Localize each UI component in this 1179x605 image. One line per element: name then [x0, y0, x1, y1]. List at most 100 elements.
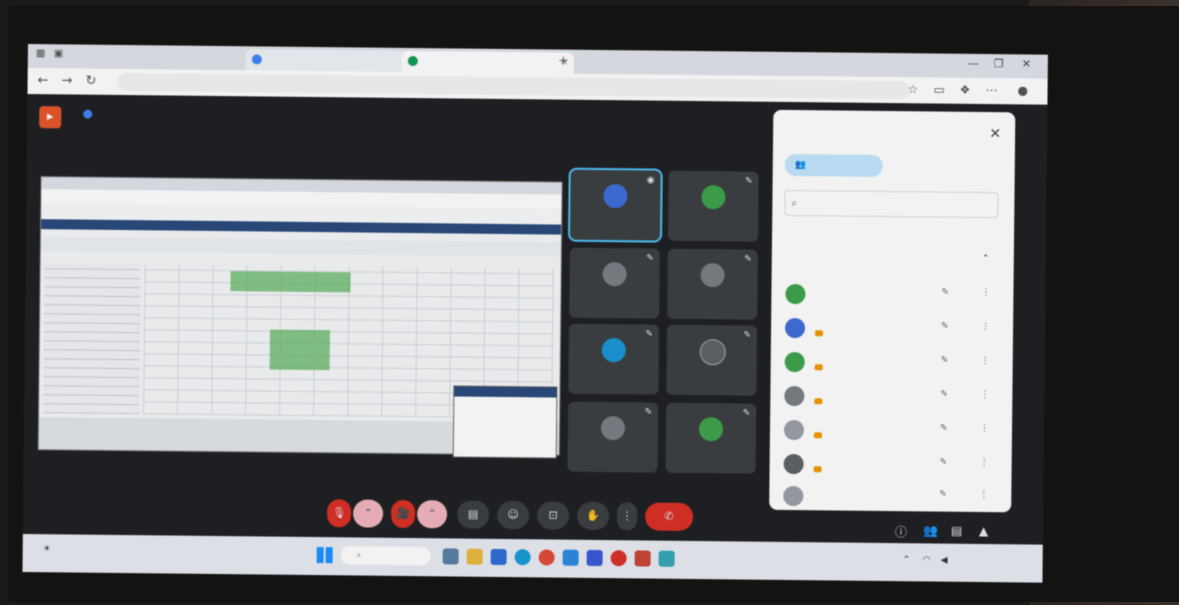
workspaces-icon[interactable]: ▣ — [54, 48, 64, 59]
volume-icon[interactable]: ◀ — [941, 556, 948, 566]
wifi-icon[interactable]: ◠ — [923, 555, 931, 565]
teams-icon[interactable] — [586, 549, 603, 567]
close-icon[interactable]: ✕ — [989, 126, 1001, 142]
windows-start-icon[interactable] — [316, 547, 333, 564]
mic-off-icon: ✎ — [744, 254, 752, 265]
browser-menu-icon[interactable]: ▦ — [36, 48, 46, 59]
chevron-up-icon: ⌃ — [427, 507, 437, 521]
participant-tile[interactable]: ✎ — [667, 248, 758, 320]
more-options-icon[interactable]: ⋮ — [979, 490, 988, 500]
laptop-screen: ▦ ▣ ✕ ✕ ＋ — ❐ ✕ ← → ↻ ☆ ▭ ❖ ⋯ ● ▸ — [22, 44, 1048, 583]
participant-tile[interactable]: ✎ — [667, 170, 759, 242]
captions-button[interactable]: ▤ — [456, 500, 490, 529]
participant-list-item[interactable]: ✎ ⋮ — [784, 316, 1005, 346]
camera-options-button[interactable]: ⌃ — [416, 500, 448, 529]
search-people-input[interactable]: ⌕ — [784, 189, 999, 219]
people-icon[interactable]: 👥 — [923, 523, 938, 537]
avatar — [784, 385, 805, 407]
weather-widget[interactable]: ☀ — [43, 544, 51, 554]
raise-hand-icon: ✋ — [586, 508, 601, 523]
shared-screen — [37, 176, 563, 459]
tray-chevron-icon[interactable]: ⌃ — [903, 555, 911, 565]
tab-favicon-icon — [407, 55, 418, 67]
app-icon[interactable] — [658, 550, 675, 567]
reload-icon[interactable]: ↻ — [86, 74, 97, 89]
meeting-stage: ▸ ◉ ✎ ✎ ✎ ✎ ✎ ✎ ✎ ✕ 👥 ⌕ ⌃ ✎ ⋮ ✎ ⋮ ✎ ⋮ ✎ … — [22, 93, 1048, 583]
participant-name — [574, 466, 654, 467]
add-people-button[interactable]: 👥 — [784, 153, 883, 177]
browser-tab-active[interactable]: ✕ — [401, 50, 574, 74]
forward-icon[interactable]: → — [62, 73, 73, 88]
more-options-button[interactable]: ⋮ — [616, 502, 638, 531]
chat-icon[interactable]: ▤ — [951, 524, 962, 538]
participant-tile[interactable]: ✎ — [666, 324, 758, 396]
mic-button[interactable]: 🎙 — [326, 499, 352, 528]
more-options-icon[interactable]: ⋮ — [980, 390, 989, 400]
participant-list-item[interactable]: ✎ ⋮ — [783, 484, 1003, 514]
more-options-icon[interactable]: ⋮ — [981, 356, 990, 366]
emoji-button[interactable]: ☺ — [496, 500, 530, 530]
edge-icon[interactable] — [514, 549, 531, 566]
opera-icon[interactable] — [610, 550, 627, 567]
favorites-icon[interactable]: ❖ — [959, 83, 970, 97]
browser-tab[interactable]: ✕ — [245, 49, 418, 73]
more-options-icon[interactable]: ⋮ — [981, 288, 990, 298]
participant-tile[interactable]: ✎ — [567, 401, 659, 473]
more-menu-icon[interactable]: ⋯ — [985, 83, 997, 97]
present-icon: ⊡ — [548, 508, 558, 522]
camera-button[interactable]: 🎥 — [390, 499, 416, 529]
split-screen-icon[interactable]: ▭ — [934, 82, 945, 96]
maximize-icon[interactable]: ❐ — [994, 57, 1004, 70]
present-button[interactable]: ⊡ — [536, 501, 570, 530]
participant-tile[interactable]: ◉ — [567, 167, 663, 243]
participant-name — [672, 467, 752, 468]
status-badge — [813, 466, 822, 473]
activities-icon[interactable]: ▲ — [979, 524, 988, 538]
chrome-icon[interactable] — [538, 549, 555, 566]
app-icon[interactable] — [634, 550, 651, 567]
participant-list-item[interactable]: ✎ ⋮ — [783, 418, 1004, 448]
info-icon[interactable]: ⓘ — [895, 523, 907, 540]
participant-tile[interactable]: ✎ — [665, 402, 757, 474]
status-badge — [813, 432, 822, 439]
avatar — [698, 417, 724, 442]
mic-off-icon: ✎ — [646, 253, 654, 264]
participant-list-item[interactable]: ✎ ⋮ — [784, 384, 1004, 414]
mic-options-button[interactable]: ⌃ — [352, 499, 384, 528]
more-options-icon[interactable]: ⋮ — [980, 458, 989, 468]
profile-icon[interactable]: ● — [1017, 83, 1028, 97]
participant-list-item[interactable]: ✎ ⋮ — [783, 452, 1003, 482]
highlight-mark — [230, 271, 351, 293]
participant-list-item[interactable]: ✎ ⋮ — [784, 350, 1005, 380]
file-explorer-icon[interactable] — [466, 548, 483, 565]
avatar — [784, 351, 805, 373]
close-window-icon[interactable]: ✕ — [1022, 57, 1031, 70]
more-options-icon[interactable]: ⋮ — [981, 322, 990, 332]
mic-off-icon: ✎ — [940, 389, 948, 400]
task-view-icon[interactable] — [442, 548, 459, 565]
avatar — [783, 453, 804, 475]
chevron-up-icon: ⌃ — [363, 506, 373, 520]
mic-off-icon: ✎ — [941, 321, 949, 332]
add-person-icon: 👥 — [794, 160, 807, 171]
end-call-button[interactable]: ✆ — [644, 502, 694, 531]
star-icon[interactable]: ☆ — [908, 82, 919, 96]
minimize-icon[interactable]: — — [968, 57, 979, 70]
avatar — [783, 485, 804, 507]
taskbar-search-input[interactable]: ⌕ — [340, 546, 431, 566]
search-icon: ⌕ — [791, 198, 798, 210]
mail-icon[interactable] — [562, 549, 579, 566]
raise-hand-button[interactable]: ✋ — [576, 501, 610, 531]
mic-off-icon: ✎ — [644, 407, 653, 418]
search-icon: ⌕ — [356, 550, 362, 560]
new-tab-icon[interactable]: ＋ — [558, 53, 569, 69]
back-icon[interactable]: ← — [38, 73, 49, 88]
participant-tile[interactable]: ✎ — [569, 247, 660, 319]
participant-list-item[interactable]: ✎ ⋮ — [785, 282, 1005, 312]
more-options-icon[interactable]: ⋮ — [980, 424, 989, 434]
participant-tile[interactable]: ✎ — [568, 323, 660, 395]
chevron-up-icon[interactable]: ⌃ — [982, 254, 990, 264]
store-icon[interactable] — [490, 548, 507, 566]
shared-screen-popup — [452, 385, 558, 459]
mic-off-icon: ✎ — [939, 457, 948, 468]
